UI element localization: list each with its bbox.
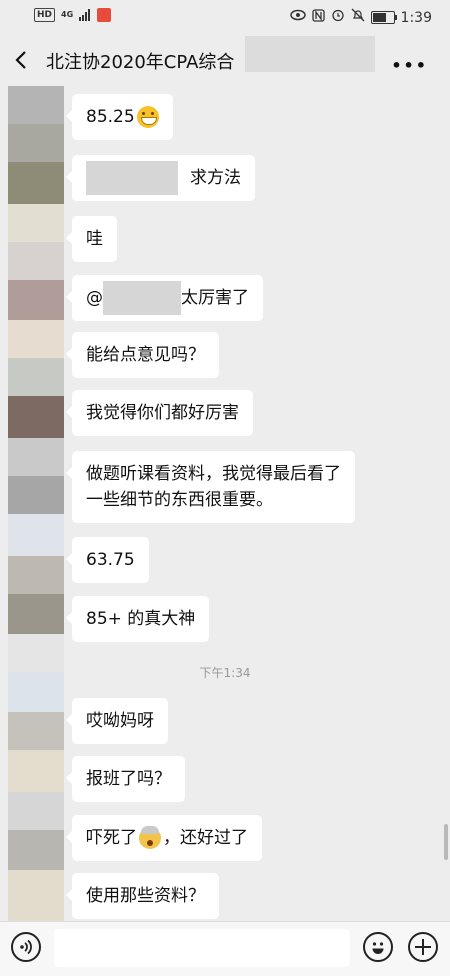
message-bubble[interactable]: 吓死了 ，还好过了 bbox=[66, 815, 262, 861]
message-text: 报班了吗？ bbox=[86, 769, 171, 789]
voice-icon bbox=[20, 939, 32, 955]
alarm-icon bbox=[331, 8, 345, 27]
avatar[interactable] bbox=[8, 556, 64, 594]
battery-icon bbox=[370, 11, 397, 24]
message-bubble[interactable]: 报班了吗？ bbox=[66, 756, 185, 802]
message-text: 吓死了 bbox=[86, 828, 137, 848]
avatar[interactable] bbox=[8, 476, 64, 514]
redacted-text bbox=[86, 161, 178, 195]
voice-button[interactable] bbox=[11, 932, 41, 962]
input-bar bbox=[0, 921, 450, 976]
nfc-icon bbox=[311, 8, 325, 27]
message-text-line: 做题听课看资料，我觉得最后看了 bbox=[86, 464, 341, 484]
avatar-column bbox=[8, 86, 64, 921]
clock: 1:39 bbox=[400, 9, 432, 26]
more-icon[interactable]: ••• bbox=[391, 56, 428, 75]
message-text: 63.75 bbox=[86, 550, 135, 570]
message-bubble[interactable]: 做题听课看资料，我觉得最后看了 一些细节的东西很重要。 bbox=[66, 451, 355, 523]
status-bar: HD 4G 1:39 bbox=[0, 0, 450, 34]
avatar[interactable] bbox=[8, 830, 64, 870]
message-text: 85.25 bbox=[86, 107, 135, 127]
message-text: 我觉得你们都好厉害 bbox=[86, 403, 239, 423]
avatar[interactable] bbox=[8, 396, 64, 438]
message-text: ，还好过了 bbox=[163, 828, 248, 848]
signal-icon bbox=[79, 9, 91, 21]
chat-area[interactable]: 85.25 求方法 哇 @ 太厉害了 能给点意见吗？ 我觉得你们都好厉害 做题听… bbox=[0, 86, 450, 921]
message-bubble[interactable]: 63.75 bbox=[66, 537, 149, 583]
scrollbar[interactable] bbox=[444, 824, 448, 860]
avatar[interactable] bbox=[8, 870, 64, 921]
avatar[interactable] bbox=[8, 320, 64, 358]
message-text: 太厉害了 bbox=[181, 288, 249, 308]
avatar[interactable] bbox=[8, 750, 64, 792]
message-timestamp: 下午1:34 bbox=[199, 666, 251, 680]
redacted-title-segment bbox=[245, 36, 375, 72]
app-notification-icon bbox=[97, 8, 112, 22]
mention-prefix: @ bbox=[86, 288, 103, 308]
eye-icon bbox=[289, 9, 306, 26]
message-text: 哎呦妈呀 bbox=[86, 711, 154, 731]
message-bubble[interactable]: 85.25 bbox=[66, 94, 173, 140]
plus-icon bbox=[415, 939, 431, 955]
message-text-line: 一些细节的东西很重要。 bbox=[86, 490, 273, 510]
avatar[interactable] bbox=[8, 124, 64, 162]
grinning-face-icon bbox=[136, 106, 159, 128]
message-text: 使用那些资料？ bbox=[86, 886, 205, 906]
plus-button[interactable] bbox=[408, 932, 438, 962]
message-text: 哇 bbox=[86, 229, 103, 249]
avatar[interactable] bbox=[8, 438, 64, 476]
avatar[interactable] bbox=[8, 594, 64, 634]
message-bubble[interactable]: 能给点意见吗？ bbox=[66, 332, 219, 378]
avatar[interactable] bbox=[8, 712, 64, 750]
message-text: 85+ 的真大神 bbox=[86, 609, 196, 629]
message-bubble[interactable]: 求方法 bbox=[66, 155, 255, 201]
back-arrow-icon[interactable] bbox=[14, 50, 28, 70]
network-type: 4G bbox=[61, 10, 74, 19]
message-bubble[interactable]: 85+ 的真大神 bbox=[65, 596, 210, 642]
message-bubble[interactable]: @ 太厉害了 bbox=[66, 275, 263, 321]
message-input[interactable] bbox=[54, 929, 350, 967]
message-bubble[interactable]: 我觉得你们都好厉害 bbox=[66, 390, 253, 436]
title-bar: 北注协2020年CPA综合 ••• bbox=[0, 34, 450, 86]
avatar[interactable] bbox=[8, 280, 64, 320]
avatar[interactable] bbox=[8, 514, 64, 556]
avatar[interactable] bbox=[8, 358, 64, 396]
message-bubble[interactable]: 哇 bbox=[66, 216, 117, 262]
avatar[interactable] bbox=[8, 792, 64, 830]
message-text: 求方法 bbox=[190, 168, 241, 188]
message-text: 能给点意见吗？ bbox=[86, 345, 205, 365]
mute-icon bbox=[351, 8, 365, 27]
emoji-icon bbox=[372, 942, 384, 954]
exploding-head-icon bbox=[139, 826, 161, 849]
message-bubble[interactable]: 使用那些资料？ bbox=[66, 873, 219, 919]
chat-title: 北注协2020年CPA综合 bbox=[46, 52, 235, 73]
message-bubble[interactable]: 哎呦妈呀 bbox=[66, 698, 168, 744]
redacted-mention bbox=[103, 281, 181, 315]
hd-indicator: HD bbox=[34, 8, 56, 22]
avatar[interactable] bbox=[8, 204, 64, 242]
avatar[interactable] bbox=[8, 86, 64, 124]
avatar[interactable] bbox=[8, 242, 64, 280]
emoji-button[interactable] bbox=[363, 932, 393, 962]
avatar[interactable] bbox=[8, 162, 64, 204]
